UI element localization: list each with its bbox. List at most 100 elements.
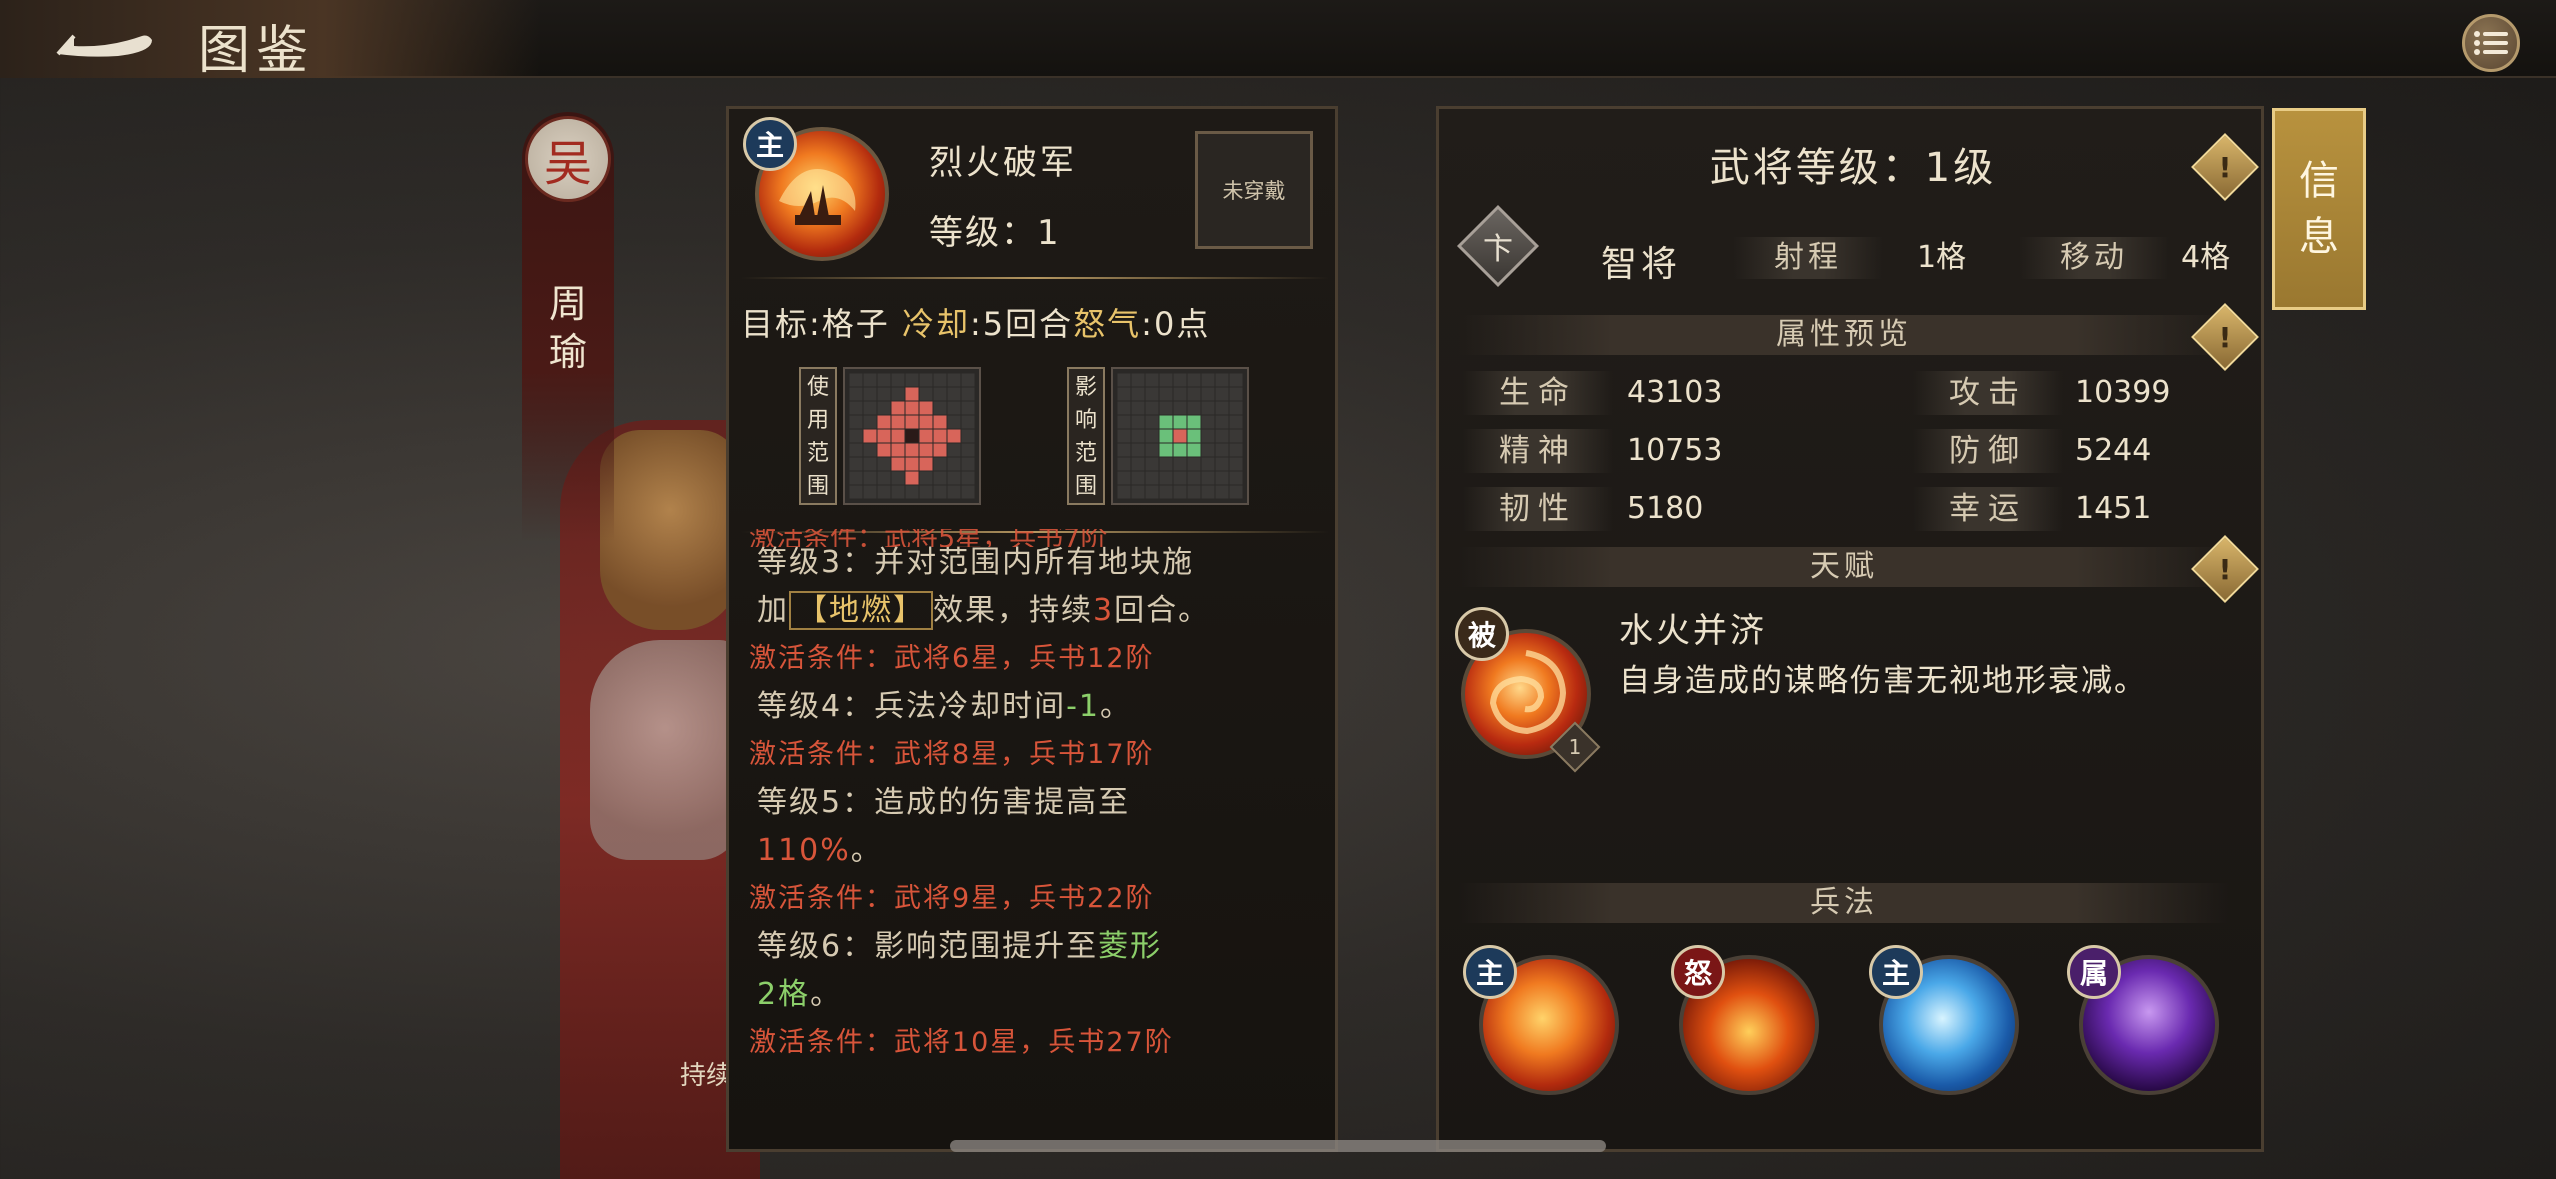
range-cell — [1215, 373, 1229, 387]
range-cell — [1145, 387, 1159, 401]
home-indicator[interactable] — [950, 1140, 1606, 1152]
range-cell — [1131, 387, 1145, 401]
use-range-label: 使用范围 — [799, 367, 837, 505]
exclamation-icon: ! — [2218, 320, 2232, 354]
hero-robe — [590, 640, 740, 860]
range-cell — [1187, 401, 1201, 415]
range-cell — [919, 401, 933, 415]
range-cell — [849, 415, 863, 429]
hero-level-title: 武将等级：1级 — [1709, 145, 1997, 191]
range-cell — [877, 401, 891, 415]
range-cell — [933, 443, 947, 457]
equip-slot[interactable]: 未穿戴 — [1195, 131, 1313, 249]
talent-section-header: 天赋 — [1459, 547, 2229, 587]
range-cell — [961, 429, 975, 443]
attribute-skill-badge: 属 — [2067, 945, 2121, 999]
level6-condition: 激活条件：武将10星，兵书27阶 — [749, 1027, 1174, 1058]
range-cell — [1229, 387, 1243, 401]
range-cell — [905, 429, 919, 443]
range-cell — [1173, 485, 1187, 499]
range-cell — [919, 387, 933, 401]
range-cell — [947, 457, 961, 471]
rage-skill-badge: 怒 — [1671, 945, 1725, 999]
range-cell — [1131, 401, 1145, 415]
range-cell — [1229, 429, 1243, 443]
range-cell — [961, 443, 975, 457]
range-cell — [933, 471, 947, 485]
range-cell — [961, 415, 975, 429]
target-label: 目标 — [741, 305, 810, 343]
range-cell — [1159, 471, 1173, 485]
range-cell — [1131, 415, 1145, 429]
level3-condition: 激活条件：武将6星，兵书12阶 — [749, 643, 1155, 674]
page-title: 图鉴 — [198, 21, 315, 81]
range-cell — [1173, 415, 1187, 429]
range-cell — [1159, 443, 1173, 457]
range-cell — [1215, 485, 1229, 499]
range-cell — [1229, 443, 1243, 457]
range-cell — [1173, 443, 1187, 457]
range-cell — [947, 443, 961, 457]
range-cell — [947, 429, 961, 443]
range-cell — [1201, 443, 1215, 457]
menu-button[interactable] — [2462, 14, 2520, 72]
faction-seal: 吴 — [525, 116, 611, 202]
range-cell — [905, 401, 919, 415]
range-cell — [919, 443, 933, 457]
attr-value: 10753 — [1627, 433, 1723, 468]
range-cell — [919, 373, 933, 387]
range-cell — [1229, 485, 1243, 499]
range-cell — [1117, 485, 1131, 499]
range-cell — [1215, 429, 1229, 443]
range-cell — [1131, 443, 1145, 457]
talent-info-button[interactable]: ! — [2191, 535, 2259, 603]
range-cell — [877, 387, 891, 401]
attr-label: 攻击 — [1913, 371, 2063, 415]
range-label: 射程 — [1733, 237, 1883, 279]
range-cell — [1187, 471, 1201, 485]
level5-desc-cont: 110%。 — [757, 833, 883, 868]
range-value: 1格 — [1917, 240, 1967, 275]
range-cell — [947, 401, 961, 415]
range-cell — [905, 443, 919, 457]
skill-level: 等级：1 — [929, 213, 1061, 253]
range-cell — [1215, 401, 1229, 415]
attr-label: 韧性 — [1463, 487, 1613, 531]
range-cell — [1201, 429, 1215, 443]
range-cell — [933, 457, 947, 471]
range-cell — [849, 457, 863, 471]
active-skill-badge: 主 — [1463, 945, 1517, 999]
range-cell — [1117, 429, 1131, 443]
range-cell — [891, 429, 905, 443]
active-skill-badge: 主 — [743, 117, 797, 171]
range-cell — [1117, 443, 1131, 457]
range-cell — [905, 415, 919, 429]
skill-description-scroll[interactable]: 激活条件：武将5星，兵书7阶 等级3：并对范围内所有地块施 加【地燃】 效果，持续… — [749, 529, 1329, 1149]
burning-ground-keyword[interactable]: 【地燃】 — [789, 591, 933, 630]
range-cell — [947, 471, 961, 485]
info-tab[interactable]: 信 息 — [2272, 108, 2366, 310]
range-cell — [1201, 401, 1215, 415]
back-arrow-icon — [56, 34, 152, 57]
range-cell — [1117, 415, 1131, 429]
range-cell — [863, 429, 877, 443]
range-cell — [1215, 457, 1229, 471]
range-cell — [961, 401, 975, 415]
effect-range-label: 影响范围 — [1067, 367, 1105, 505]
hero-name-char: 周 — [548, 282, 587, 326]
attribute-info-button[interactable]: ! — [2191, 303, 2259, 371]
attribute-section-header: 属性预览 — [1459, 315, 2229, 355]
range-cell — [905, 471, 919, 485]
effect-range-grid — [1111, 367, 1249, 505]
back-button[interactable] — [48, 18, 158, 60]
range-cell — [1117, 401, 1131, 415]
exclamation-icon: ! — [2218, 552, 2232, 586]
range-cell — [1145, 471, 1159, 485]
range-cell — [1215, 471, 1229, 485]
level4-condition: 激活条件：武将8星，兵书17阶 — [749, 739, 1155, 770]
range-cell — [1229, 401, 1243, 415]
rage-label: 怒气 — [1073, 305, 1142, 343]
range-cell — [933, 373, 947, 387]
hero-class: 智将 — [1601, 244, 1682, 285]
cooldown-label: 冷却 — [901, 305, 970, 343]
